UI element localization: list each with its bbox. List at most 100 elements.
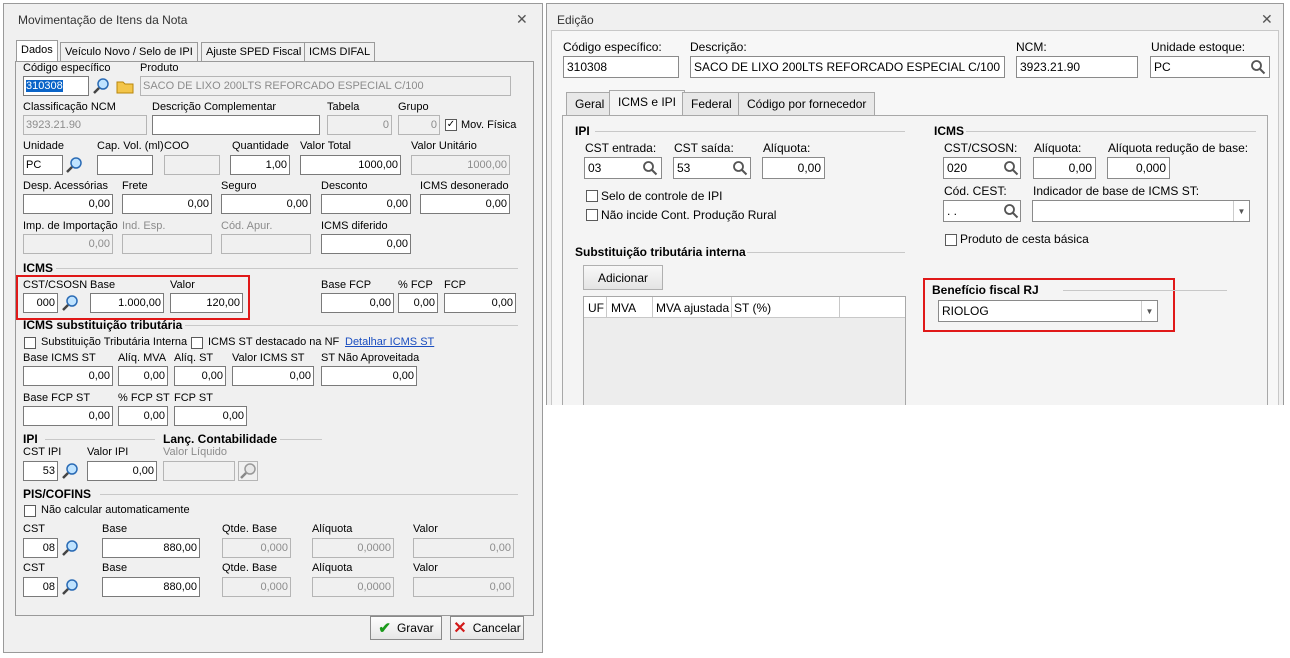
tab-geral[interactable]: Geral [566, 92, 614, 116]
check-icon: ✔ [378, 620, 391, 637]
close-icon[interactable]: ✕ [1261, 11, 1273, 28]
tab-icms-ipi[interactable]: ICMS e IPI [609, 90, 686, 116]
gravar-button[interactable]: ✔ Gravar [370, 616, 442, 640]
chevron-down-icon[interactable]: ▼ [1141, 301, 1157, 321]
search-icon[interactable] [60, 461, 80, 481]
valor-icms-st-input[interactable]: 0,00 [232, 366, 314, 386]
base-fcp-input[interactable]: 0,00 [321, 293, 394, 313]
pis-aliquota-input: 0,0000 [312, 538, 394, 558]
subst-trib-interna-checkbox[interactable] [24, 337, 36, 349]
search-icon[interactable] [60, 538, 80, 558]
unidade-input[interactable]: PC [23, 155, 63, 175]
seguro-input[interactable]: 0,00 [221, 194, 311, 214]
aliquota-input[interactable]: 0,00 [762, 157, 825, 179]
close-icon[interactable]: ✕ [516, 11, 528, 28]
icms-st-destacado-checkbox[interactable] [191, 337, 203, 349]
tab-codigo-fornecedor[interactable]: Código por fornecedor [738, 92, 876, 116]
pis-base-input[interactable]: 880,00 [102, 538, 200, 558]
subst-trib-interna-label: Substituição Tributária Interna [41, 336, 188, 348]
cofins-base-input[interactable]: 880,00 [102, 577, 200, 597]
grupo-label: Grupo [398, 101, 429, 113]
cofins-cst-input[interactable]: 08 [23, 577, 58, 597]
tab-ajuste-sped[interactable]: Ajuste SPED Fiscal [201, 42, 307, 62]
selo-controle-label: Selo de controle de IPI [601, 189, 723, 203]
icms-divider [966, 131, 1256, 132]
pct-fcp-st-input[interactable]: 0,00 [118, 406, 168, 426]
search-icon[interactable] [1001, 201, 1021, 221]
gravar-label: Gravar [396, 621, 434, 635]
unidade-label: Unidade [23, 140, 64, 152]
tab-dados[interactable]: Dados [16, 40, 58, 62]
pct-fcp-input[interactable]: 0,00 [398, 293, 438, 313]
nao-calcular-checkbox[interactable] [24, 505, 36, 517]
aliq-st-input[interactable]: 0,00 [174, 366, 226, 386]
codigo-especifico-input[interactable]: 310308 [563, 56, 679, 78]
detalhar-icms-st-link[interactable]: Detalhar ICMS ST [345, 336, 434, 348]
frete-label: Frete [122, 180, 148, 192]
icms-desonerado-input[interactable]: 0,00 [420, 194, 510, 214]
grid-col-mva-ajustada[interactable]: MVA ajustada [656, 301, 729, 315]
chevron-down-icon[interactable]: ▼ [1233, 201, 1249, 221]
search-icon[interactable] [64, 155, 84, 175]
desp-acessorias-input[interactable]: 0,00 [23, 194, 113, 214]
pis-cst-input[interactable]: 08 [23, 538, 58, 558]
classificacao-ncm-label: Classificação NCM [23, 101, 116, 113]
pis-qtde-base-input: 0,000 [222, 538, 291, 558]
fcp-input[interactable]: 0,00 [444, 293, 516, 313]
aliq-reducao-input[interactable]: 0,000 [1107, 157, 1170, 179]
descricao-input[interactable]: SACO DE LIXO 200LTS REFORCADO ESPECIAL C… [690, 56, 1005, 78]
base-icms-st-input[interactable]: 0,00 [23, 366, 113, 386]
coo-input [164, 155, 220, 175]
cofins-aliquota-label: Alíquota [312, 562, 353, 574]
icms-aliquota-label: Alíquota: [1034, 141, 1082, 155]
pis-cst-label: CST [23, 523, 45, 535]
search-icon[interactable] [60, 577, 80, 597]
grid-col-st[interactable]: ST (%) [734, 301, 771, 315]
valor-liquido-input [163, 461, 235, 481]
cst-ipi-input[interactable]: 53 [23, 461, 58, 481]
base-fcp-st-label: Base FCP ST [23, 392, 91, 404]
valor-ipi-input[interactable]: 0,00 [87, 461, 157, 481]
seguro-label: Seguro [221, 180, 257, 192]
cancelar-button[interactable]: ✕ Cancelar [450, 616, 524, 640]
cesta-basica-checkbox[interactable] [945, 234, 957, 246]
search-icon[interactable] [91, 76, 111, 96]
descricao-complementar-input[interactable] [152, 115, 320, 135]
icms-aliquota-input[interactable]: 0,00 [1033, 157, 1096, 179]
grid-col-sep [839, 297, 840, 318]
fcp-st-input[interactable]: 0,00 [174, 406, 247, 426]
cap-vol-input[interactable] [97, 155, 153, 175]
grid-col-uf[interactable]: UF [588, 301, 604, 315]
selo-controle-checkbox[interactable] [586, 190, 598, 202]
nao-incide-checkbox[interactable] [586, 209, 598, 221]
st-nao-aproveitada-input[interactable]: 0,00 [321, 366, 417, 386]
search-icon[interactable] [1001, 158, 1021, 178]
tab-veiculo-novo[interactable]: Veículo Novo / Selo de IPI [60, 42, 198, 62]
produto-input: SACO DE LIXO 200LTS REFORCADO ESPECIAL C… [140, 76, 511, 96]
indicador-base-select[interactable] [1032, 200, 1250, 222]
search-icon[interactable] [640, 158, 660, 178]
search-icon[interactable] [238, 461, 258, 481]
folder-icon[interactable] [115, 76, 135, 96]
search-icon[interactable] [730, 158, 750, 178]
lanc-divider [280, 439, 322, 440]
cesta-basica-label: Produto de cesta básica [960, 232, 1089, 246]
icms-diferido-input[interactable]: 0,00 [321, 234, 411, 254]
codigo-especifico-input[interactable]: 310308 [23, 76, 89, 96]
base-fcp-st-input[interactable]: 0,00 [23, 406, 113, 426]
search-icon[interactable] [1248, 57, 1268, 77]
aliq-mva-input[interactable]: 0,00 [118, 366, 168, 386]
frete-input[interactable]: 0,00 [122, 194, 212, 214]
ncm-input[interactable]: 3923.21.90 [1016, 56, 1138, 78]
beneficio-select[interactable]: RIOLOG [938, 300, 1158, 322]
quantidade-input[interactable]: 1,00 [230, 155, 290, 175]
desconto-input[interactable]: 0,00 [321, 194, 411, 214]
mov-fisica-checkbox[interactable]: ✓ [445, 119, 457, 131]
valor-ipi-label: Valor IPI [87, 446, 129, 458]
tab-federal[interactable]: Federal [682, 92, 741, 116]
grid-col-mva[interactable]: MVA [611, 301, 636, 315]
adicionar-button[interactable]: Adicionar [583, 265, 663, 290]
valor-total-input[interactable]: 1000,00 [300, 155, 401, 175]
tab-icms-difal[interactable]: ICMS DIFAL [304, 42, 376, 62]
indicador-base-label: Indicador de base de ICMS ST: [1033, 184, 1200, 198]
